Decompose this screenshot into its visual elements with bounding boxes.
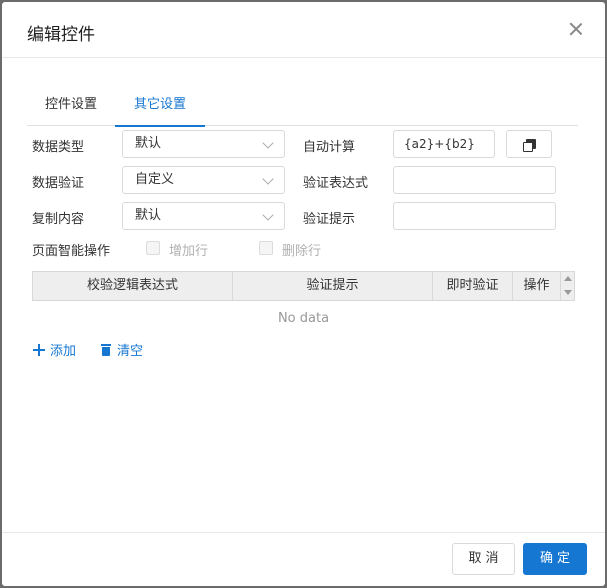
copy-content-label: 复制内容 bbox=[32, 212, 85, 227]
dialog-title: 编辑控件 bbox=[27, 25, 95, 45]
column-header: 校验逻辑表达式 bbox=[33, 272, 233, 300]
data-validation-label: 数据验证 bbox=[32, 176, 85, 191]
validation-expr-input[interactable] bbox=[393, 166, 556, 194]
cancel-button[interactable]: 取消 bbox=[452, 543, 515, 575]
data-type-label: 数据类型 bbox=[32, 140, 85, 155]
copy-content-value: 默认 bbox=[135, 208, 162, 223]
plus-icon bbox=[33, 344, 45, 356]
data-type-select[interactable]: 默认 bbox=[122, 130, 285, 158]
chevron-down-icon bbox=[262, 209, 274, 221]
add-row-checkbox[interactable] bbox=[146, 241, 160, 255]
validation-expr-label: 验证表达式 bbox=[303, 176, 369, 191]
column-header: 即时验证 bbox=[433, 272, 513, 300]
data-validation-value: 自定义 bbox=[135, 172, 175, 187]
column-header: 操作 bbox=[513, 272, 561, 300]
ok-button[interactable]: 确定 bbox=[523, 543, 587, 575]
scroll-down-arrow-icon[interactable] bbox=[564, 290, 572, 295]
add-row-label: 增加行 bbox=[169, 244, 209, 259]
trash-icon bbox=[101, 344, 111, 356]
clear-label: 清空 bbox=[117, 344, 144, 359]
add-button[interactable]: 添加 bbox=[33, 340, 76, 359]
copy-icon-back bbox=[523, 142, 533, 152]
dialog-footer: 取消 确定 bbox=[2, 532, 605, 586]
empty-state: No data bbox=[277, 311, 330, 326]
auto-calc-label: 自动计算 bbox=[303, 140, 356, 155]
data-type-value: 默认 bbox=[135, 136, 162, 151]
data-validation-select[interactable]: 自定义 bbox=[122, 166, 285, 194]
tab-control-settings[interactable]: 控件设置 bbox=[27, 92, 115, 126]
chevron-down-icon bbox=[262, 137, 274, 149]
delete-row-label: 删除行 bbox=[282, 244, 322, 259]
validation-hint-label: 验证提示 bbox=[303, 212, 356, 227]
delete-row-checkbox[interactable] bbox=[259, 241, 273, 255]
add-label: 添加 bbox=[50, 344, 77, 359]
edit-control-dialog: 编辑控件 控件设置 其它设置 数据类型 默认 自动计算 {a2}+{b2} 数据… bbox=[2, 2, 605, 586]
validation-hint-input[interactable] bbox=[393, 202, 556, 230]
table-header: 校验逻辑表达式 验证提示 即时验证 操作 bbox=[32, 271, 575, 301]
copy-content-select[interactable]: 默认 bbox=[122, 202, 285, 230]
scroll-up-arrow-icon[interactable] bbox=[564, 276, 572, 281]
tab-bar: 控件设置 其它设置 bbox=[27, 92, 578, 127]
column-header: 验证提示 bbox=[233, 272, 433, 300]
table-body: No data bbox=[32, 301, 575, 337]
tab-other-settings[interactable]: 其它设置 bbox=[115, 92, 205, 127]
dialog-header: 编辑控件 bbox=[2, 2, 605, 58]
chevron-down-icon bbox=[262, 173, 274, 185]
clear-button[interactable]: 清空 bbox=[101, 340, 143, 359]
close-icon[interactable] bbox=[567, 20, 585, 38]
copy-button[interactable] bbox=[506, 130, 552, 158]
page-smart-ops-label: 页面智能操作 bbox=[32, 244, 111, 259]
auto-calc-input[interactable]: {a2}+{b2} bbox=[393, 130, 495, 158]
